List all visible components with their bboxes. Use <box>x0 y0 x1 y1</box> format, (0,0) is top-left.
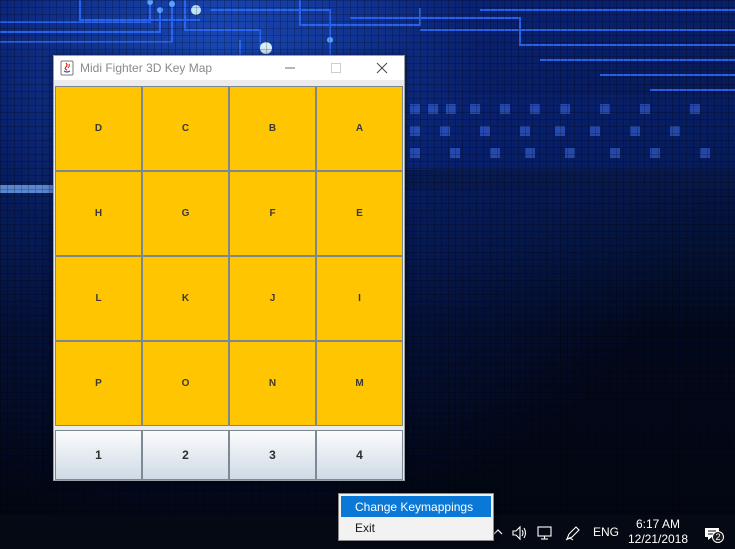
windows-ink-button[interactable] <box>562 523 584 543</box>
key-pad[interactable]: N <box>229 341 316 426</box>
tray-chevron-icon <box>493 529 503 535</box>
maximize-icon <box>331 63 341 73</box>
window-titlebar[interactable]: Midi Fighter 3D Key Map <box>54 56 404 80</box>
key-grid: D C B A H G F E L K J I P O N M <box>55 86 403 426</box>
pad-area: D C B A H G F E L K J I P O N M 1 2 3 4 <box>54 80 404 480</box>
key-pad[interactable]: O <box>142 341 229 426</box>
clock[interactable]: 6:17 AM 12/21/2018 <box>626 517 690 547</box>
volume-icon <box>512 525 527 541</box>
key-pad[interactable]: L <box>55 256 142 341</box>
clock-time: 6:17 AM <box>635 517 681 531</box>
input-language[interactable]: ENG <box>593 525 619 539</box>
maximize-button[interactable] <box>313 56 359 80</box>
tray-context-menu: Change Keymappings Exit <box>338 493 494 541</box>
key-pad[interactable]: D <box>55 86 142 171</box>
bank-selector: 1 2 3 4 <box>55 430 403 480</box>
key-pad[interactable]: K <box>142 256 229 341</box>
key-pad[interactable]: G <box>142 171 229 256</box>
volume-button[interactable] <box>509 523 531 543</box>
key-pad[interactable]: M <box>316 341 403 426</box>
key-pad[interactable]: H <box>55 171 142 256</box>
network-button[interactable] <box>534 523 556 543</box>
key-pad[interactable]: P <box>55 341 142 426</box>
java-app-icon <box>59 60 75 76</box>
clock-date: 12/21/2018 <box>627 532 689 546</box>
key-pad[interactable]: J <box>229 256 316 341</box>
pen-icon <box>565 526 580 541</box>
key-pad[interactable]: C <box>142 86 229 171</box>
key-map-window: Midi Fighter 3D Key Map D C B A H G F E … <box>53 55 405 481</box>
notification-count-badge: 2 <box>712 531 724 543</box>
bank-button-2[interactable]: 2 <box>142 430 229 480</box>
close-icon <box>376 62 388 74</box>
key-pad[interactable]: I <box>316 256 403 341</box>
key-pad[interactable]: F <box>229 171 316 256</box>
bank-button-4[interactable]: 4 <box>316 430 403 480</box>
bank-button-3[interactable]: 3 <box>229 430 316 480</box>
key-pad[interactable]: B <box>229 86 316 171</box>
network-icon <box>537 526 552 540</box>
key-pad[interactable]: A <box>316 86 403 171</box>
bank-button-1[interactable]: 1 <box>55 430 142 480</box>
menu-item-exit[interactable]: Exit <box>341 517 491 538</box>
menu-item-change-keymappings[interactable]: Change Keymappings <box>341 496 491 517</box>
window-title: Midi Fighter 3D Key Map <box>80 61 213 75</box>
minimize-icon <box>285 67 295 69</box>
close-button[interactable] <box>359 56 405 80</box>
minimize-button[interactable] <box>267 56 313 80</box>
key-pad[interactable]: E <box>316 171 403 256</box>
